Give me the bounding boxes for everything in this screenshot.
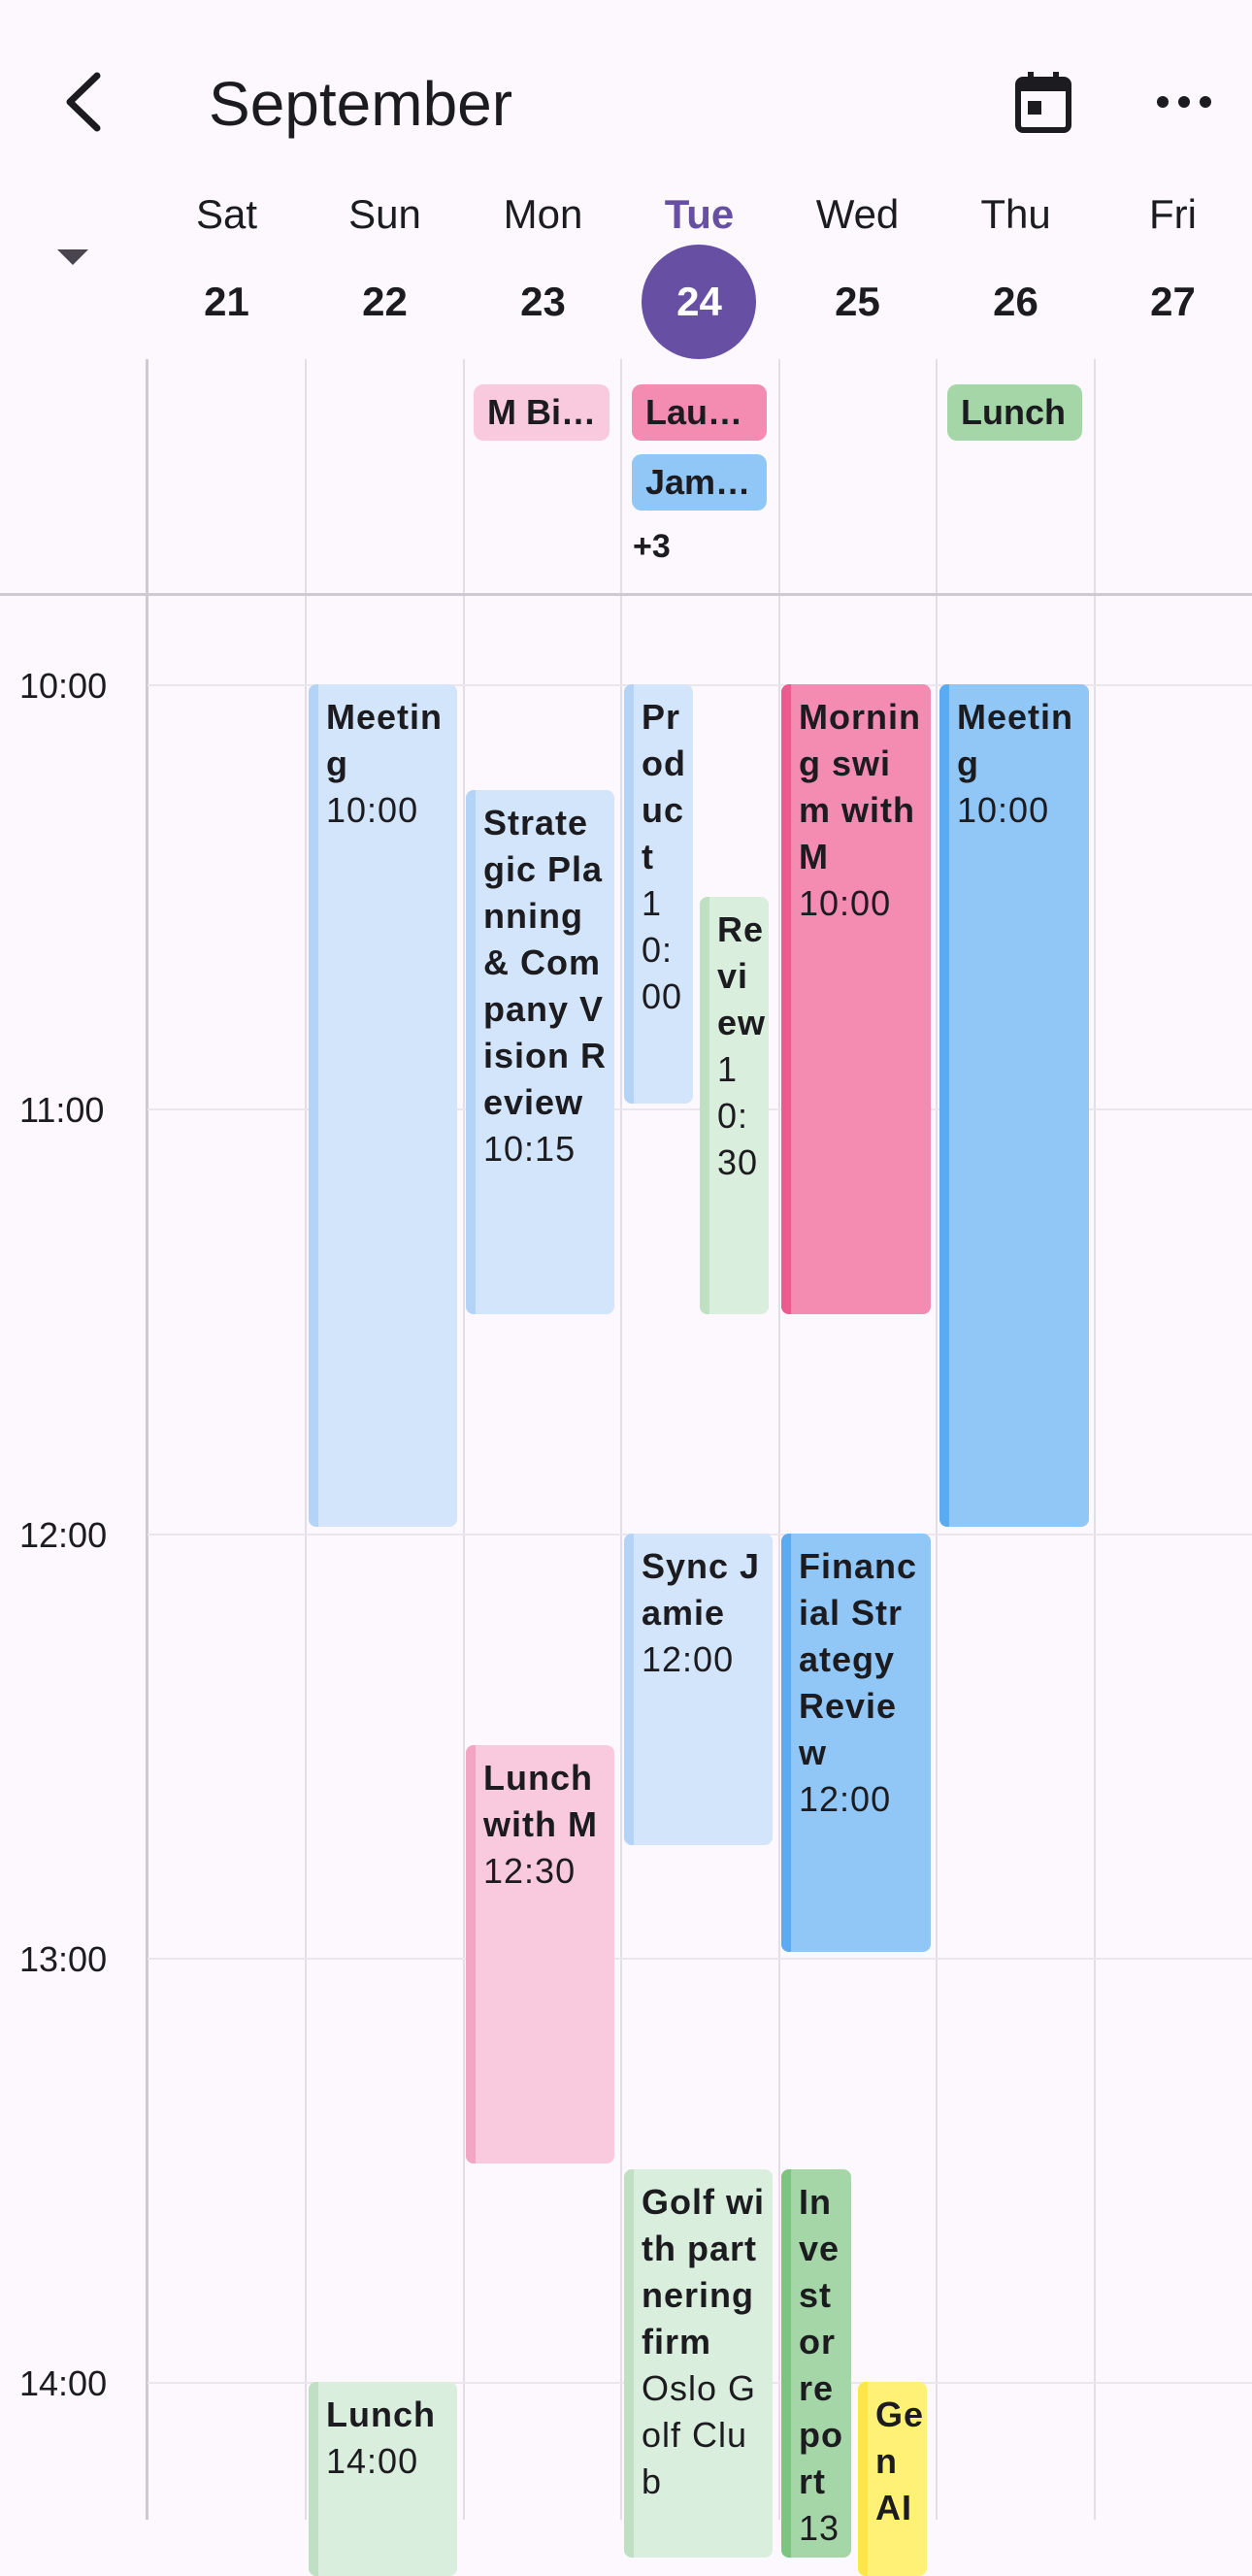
day-number-tue-today[interactable]: 24 <box>620 278 778 326</box>
event-time: 10:30 <box>717 1049 759 1182</box>
day-divider <box>463 359 465 2520</box>
event-block[interactable]: Meeting 10:00 <box>939 684 1089 1527</box>
calendar-today-button[interactable] <box>1000 58 1087 146</box>
event-location: Oslo Golf Club <box>642 2368 757 2501</box>
day-divider <box>1094 359 1096 2520</box>
event-color-bar <box>309 2382 318 2576</box>
day-divider <box>936 359 938 2520</box>
event-time: 12:00 <box>799 1779 892 1819</box>
event-block[interactable]: Meeting 10:00 <box>309 684 457 1527</box>
event-block[interactable]: Sync Jamie 12:00 <box>624 1534 773 1845</box>
event-title: Morning swim with M <box>799 697 921 876</box>
day-number-fri[interactable]: 27 <box>1094 278 1252 326</box>
day-name-fri: Fri <box>1149 191 1197 237</box>
event-block[interactable]: Investor report 13 <box>781 2169 851 2558</box>
event-block[interactable]: Morning swim with M 10:00 <box>781 684 931 1314</box>
all-day-event-tue-2[interactable]: Jami… <box>632 454 767 511</box>
more-horizontal-icon <box>1157 96 1211 108</box>
month-title[interactable]: September <box>209 60 512 148</box>
day-number-mon[interactable]: 23 <box>464 278 622 326</box>
day-number-thu[interactable]: 26 <box>937 278 1095 326</box>
day-name-mon: Mon <box>503 191 583 237</box>
event-title: Golf with partnering firm <box>642 2182 765 2361</box>
day-name-sun: Sun <box>348 191 421 237</box>
event-title: Strategic Planning & Company Vision Revi… <box>483 803 608 1122</box>
event-block[interactable]: Strategic Planning & Company Vision Revi… <box>466 790 614 1314</box>
event-time: 14:00 <box>326 2441 419 2481</box>
event-color-bar <box>466 790 476 1314</box>
event-color-bar <box>700 897 709 1314</box>
all-day-event-tue-1[interactable]: Lau… <box>632 384 767 441</box>
hour-line <box>148 1958 1252 1960</box>
day-name-sat: Sat <box>195 191 258 237</box>
event-time: 12:30 <box>483 1851 577 1891</box>
all-day-event-thu[interactable]: Lunch <box>947 384 1082 441</box>
event-title: Lunch with M <box>483 1758 598 1844</box>
time-label: 10:00 <box>19 666 108 706</box>
all-day-event-mon[interactable]: M Bi… <box>474 384 610 441</box>
event-time: 10:00 <box>326 790 419 830</box>
event-color-bar <box>624 2169 634 2558</box>
event-color-bar <box>781 2169 791 2558</box>
event-color-bar <box>858 2382 868 2576</box>
day-divider <box>305 359 307 2520</box>
event-color-bar <box>939 684 949 1527</box>
event-color-bar <box>624 1534 634 1845</box>
calendar-today-icon <box>1015 72 1071 133</box>
event-color-bar <box>309 684 318 1527</box>
event-color-bar <box>466 1745 476 2163</box>
event-block[interactable]: Lunch 14:00 <box>309 2382 457 2576</box>
event-title: Financial Strategy Review <box>799 1546 918 1772</box>
time-column-divider <box>146 359 148 2520</box>
event-title: Product <box>642 697 686 876</box>
event-title: Gen AI <box>875 2394 925 2527</box>
event-time: 13 <box>799 2508 840 2548</box>
event-title: Meeting <box>326 697 444 783</box>
back-button[interactable] <box>39 58 126 146</box>
day-name-wed: Wed <box>815 191 900 237</box>
event-title: Sync Jamie <box>642 1546 761 1633</box>
event-time: 10:00 <box>957 790 1050 830</box>
event-color-bar <box>781 684 791 1314</box>
caret-down-icon <box>57 249 88 265</box>
more-events-link[interactable]: +3 <box>633 522 671 571</box>
event-time: 10:15 <box>483 1129 577 1169</box>
event-time: 10:00 <box>642 883 683 1016</box>
day-number-wed[interactable]: 25 <box>778 278 937 326</box>
event-time: 12:00 <box>642 1639 735 1679</box>
more-options-button[interactable] <box>1136 58 1233 146</box>
day-number-sat[interactable]: 21 <box>148 278 306 326</box>
event-color-bar <box>781 1534 791 1952</box>
day-divider <box>620 359 622 2520</box>
event-block[interactable]: Review 10:30 <box>700 897 769 1314</box>
event-title: Lunch <box>326 2394 436 2434</box>
event-title: Review <box>717 909 767 1042</box>
time-label: 14:00 <box>19 2363 108 2403</box>
event-time: 10:00 <box>799 883 892 923</box>
day-name-tue-today: Tue <box>664 191 735 237</box>
event-block[interactable]: Golf with partnering firm Oslo Golf Club <box>624 2169 773 2558</box>
event-block[interactable]: Lunch with M 12:30 <box>466 1745 614 2163</box>
event-color-bar <box>624 684 634 1104</box>
day-divider <box>778 359 780 2520</box>
all-day-divider <box>0 593 1252 596</box>
chevron-left-icon <box>66 72 101 132</box>
day-name-thu: Thu <box>980 191 1051 237</box>
event-block[interactable]: Gen AI <box>858 2382 927 2576</box>
event-title: Meeting <box>957 697 1074 783</box>
day-number-sun[interactable]: 22 <box>306 278 464 326</box>
time-label: 12:00 <box>19 1515 108 1555</box>
time-label: 13:00 <box>19 1939 108 1979</box>
event-block[interactable]: Financial Strategy Review 12:00 <box>781 1534 931 1952</box>
event-block[interactable]: Product 10:00 <box>624 684 693 1104</box>
expand-collapse-button[interactable] <box>39 228 107 286</box>
event-title: Investor report <box>799 2182 843 2501</box>
time-label: 11:00 <box>19 1090 105 1130</box>
